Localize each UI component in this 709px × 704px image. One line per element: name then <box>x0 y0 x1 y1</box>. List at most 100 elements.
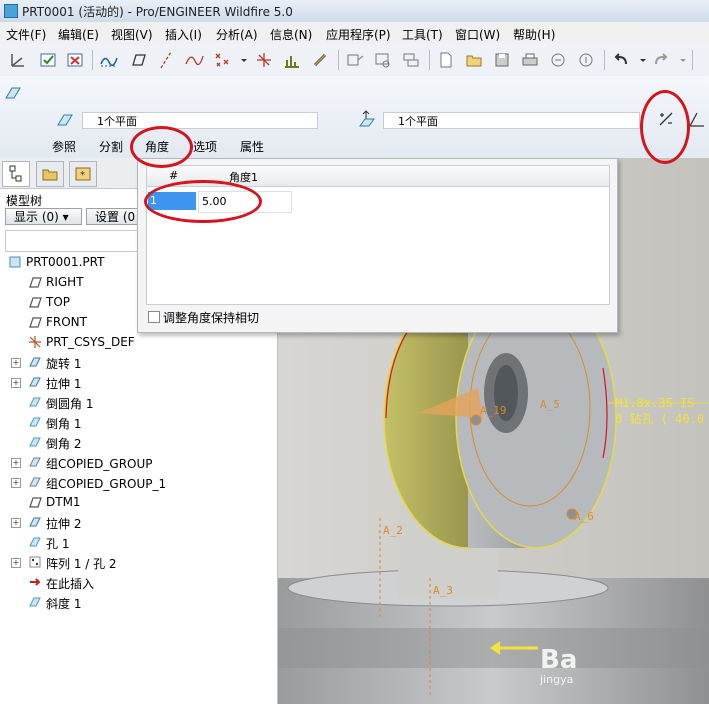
menu-help[interactable]: 帮助(H) <box>513 26 555 43</box>
tree-item-label: 孔 1 <box>46 537 70 551</box>
datum-point-tool-icon[interactable] <box>212 50 232 70</box>
tree-item-label: PRT0001.PRT <box>26 255 105 269</box>
draft-hinge-collector[interactable]: 1个平面 <box>383 112 640 129</box>
expand-toggle-icon[interactable]: + <box>11 518 21 528</box>
watermark-text: Ba <box>540 645 577 675</box>
datum-axis-tool-icon[interactable] <box>156 50 176 70</box>
chain-link-icon[interactable] <box>310 50 330 70</box>
tree-item[interactable]: 倒角 2 <box>0 432 277 452</box>
menu-file[interactable]: 文件(F) <box>6 26 46 43</box>
open-folder-icon[interactable] <box>464 50 484 70</box>
print-icon[interactable] <box>520 50 540 70</box>
layers-icon[interactable] <box>401 50 421 70</box>
tree-item-label: 组COPIED_GROUP <box>46 457 153 471</box>
tab-options[interactable]: 选项 <box>193 138 217 155</box>
feature-dashboard: 1个平面 1个平面 参照 分割 角度 选项 属性 <box>0 76 709 159</box>
datum-plane-icon <box>28 275 42 289</box>
svg-text:*: * <box>80 170 85 181</box>
dim-label: A_19 <box>480 404 507 417</box>
draft-hinge-value: 1个平面 <box>398 115 438 128</box>
toolbar-separator <box>338 50 339 70</box>
tree-item[interactable]: 斜度 1 <box>0 592 277 612</box>
tree-item[interactable]: + 阵列 1 / 孔 2 <box>0 552 277 572</box>
datum-plane-icon <box>28 315 42 329</box>
highlight-circle-angle-value <box>144 180 262 223</box>
tree-item[interactable]: + 组COPIED_GROUP <box>0 452 277 472</box>
tree-item[interactable]: + 拉伸 1 <box>0 372 277 392</box>
expand-toggle-icon[interactable]: + <box>11 378 21 388</box>
tab-folder-browser[interactable] <box>36 161 64 187</box>
new-file-icon[interactable] <box>436 50 456 70</box>
sketch-tool-icon[interactable] <box>99 50 119 70</box>
draft-surfaces-collector[interactable]: 1个平面 <box>82 112 318 129</box>
highlight-circle-flip-button <box>640 90 690 164</box>
tree-item-label: 斜度 1 <box>46 597 82 611</box>
menu-edit[interactable]: 编辑(E) <box>58 26 99 43</box>
expand-toggle-icon[interactable]: + <box>11 478 21 488</box>
tab-model-tree[interactable] <box>2 161 30 187</box>
extrude-icon <box>28 375 42 389</box>
draft-feature-icon <box>4 84 22 102</box>
view-orient-icon[interactable] <box>345 50 365 70</box>
tree-item[interactable]: 孔 1 <box>0 532 277 552</box>
tab-split[interactable]: 分割 <box>99 138 123 155</box>
expand-toggle-icon[interactable]: + <box>11 458 21 468</box>
analysis-feature-icon[interactable] <box>282 50 302 70</box>
datum-plane-icon <box>28 495 42 509</box>
chevron-down-icon[interactable] <box>673 50 686 70</box>
undo-icon[interactable] <box>611 50 631 70</box>
expand-toggle-icon[interactable]: + <box>11 358 21 368</box>
menu-tools[interactable]: 工具(T) <box>402 26 443 43</box>
close-window-icon[interactable] <box>65 50 85 70</box>
menu-insert[interactable]: 插入(I) <box>165 26 202 43</box>
keep-tangent-label: 调整角度保持相切 <box>163 311 260 325</box>
tree-item[interactable]: + 组COPIED_GROUP_1 <box>0 472 277 492</box>
tree-item[interactable]: 倒圆角 1 <box>0 392 277 412</box>
expand-toggle-icon[interactable]: + <box>11 558 21 568</box>
group-icon <box>28 455 42 469</box>
save-icon[interactable] <box>492 50 512 70</box>
chamfer-icon <box>28 435 42 449</box>
settings-button[interactable]: 设置 (0 <box>86 208 141 225</box>
window-title: PRT0001 (活动的) - Pro/ENGINEER Wildfire 5.… <box>22 5 293 19</box>
tree-item[interactable]: DTM1 <box>0 492 277 512</box>
tree-item[interactable]: + 旋转 1 <box>0 352 277 372</box>
dim-label: A_2 <box>383 524 403 537</box>
menu-analysis[interactable]: 分析(A) <box>216 26 258 43</box>
tab-favorites[interactable]: * <box>69 161 97 187</box>
datum-csys-tool-icon[interactable] <box>254 50 274 70</box>
tab-properties[interactable]: 属性 <box>240 138 264 155</box>
hole-note: 0 钻孔 ( 40.0 <box>615 411 704 426</box>
tree-item[interactable]: PRT_CSYS_DEF <box>0 332 277 352</box>
chevron-down-icon[interactable] <box>234 50 247 70</box>
send-link-icon[interactable] <box>576 50 596 70</box>
send-mail-icon[interactable] <box>548 50 568 70</box>
round-icon <box>28 395 42 409</box>
tree-item[interactable]: 倒角 1 <box>0 412 277 432</box>
saved-views-icon[interactable] <box>373 50 393 70</box>
menu-view[interactable]: 视图(V) <box>111 26 153 43</box>
tree-item-label: 组COPIED_GROUP_1 <box>46 477 167 491</box>
tree-item[interactable]: 在此插入 <box>0 572 277 592</box>
datum-curve-tool-icon[interactable] <box>184 50 204 70</box>
menu-window[interactable]: 窗口(W) <box>455 26 500 43</box>
tree-item[interactable]: + 拉伸 2 <box>0 512 277 532</box>
tab-references[interactable]: 参照 <box>52 138 76 155</box>
chevron-down-icon[interactable] <box>633 50 646 70</box>
draft-surfaces-value: 1个平面 <box>97 115 137 128</box>
draft-hinge-icon[interactable] <box>357 109 377 129</box>
csys-icon[interactable] <box>8 50 28 70</box>
show-button[interactable]: 显示 (0) ▾ <box>5 208 82 225</box>
draft-surface-icon[interactable] <box>56 111 74 129</box>
toolbar-separator <box>604 50 605 70</box>
datum-plane-tool-icon[interactable] <box>128 50 148 70</box>
menu-info[interactable]: 信息(N) <box>270 26 312 43</box>
redo-icon[interactable] <box>651 50 671 70</box>
keep-tangent-checkbox[interactable] <box>148 311 160 323</box>
group-icon <box>28 475 42 489</box>
draft-angle-icon[interactable] <box>687 109 707 129</box>
check-window-icon[interactable] <box>38 50 58 70</box>
highlight-circle-angles-tab <box>130 126 193 168</box>
dim-label: A_6 <box>574 510 594 523</box>
menu-applications[interactable]: 应用程序(P) <box>326 26 391 43</box>
